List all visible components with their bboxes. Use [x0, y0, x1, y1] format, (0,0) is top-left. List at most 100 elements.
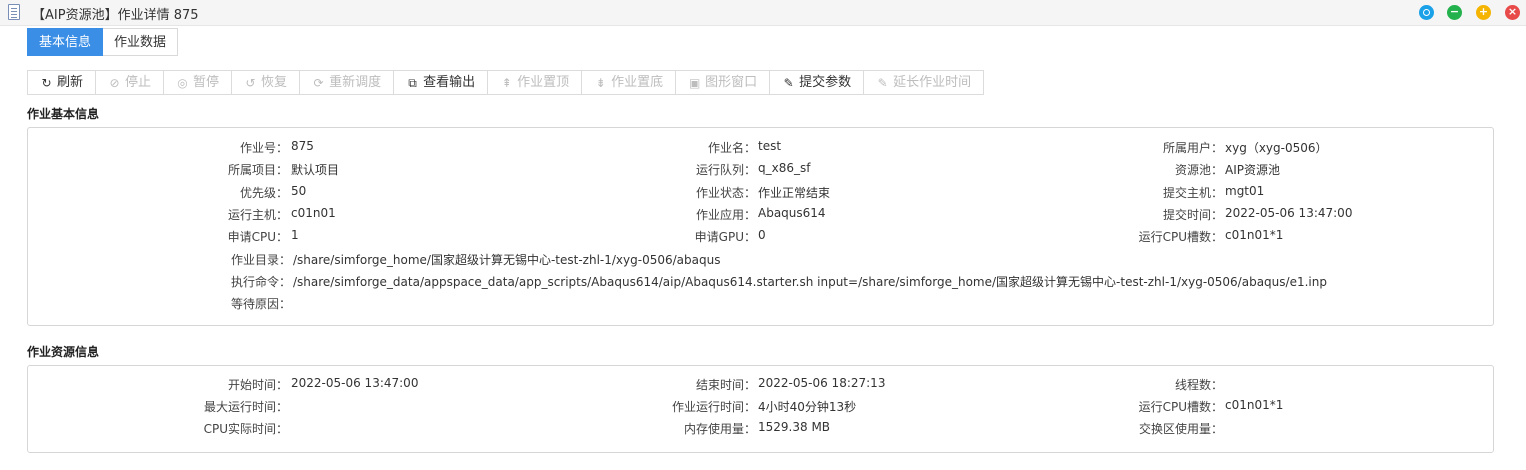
thread-count-label: 线程数：	[1174, 378, 1223, 392]
exec-host-label: 运行主机：	[227, 208, 288, 222]
pause-icon: ◎	[177, 75, 188, 90]
refresh-icon: ↻	[41, 75, 52, 90]
submit-time-label: 提交时间：	[1162, 208, 1223, 222]
application-label: 作业应用：	[695, 208, 756, 222]
resume-button[interactable]: ↺ 恢复	[232, 71, 301, 94]
pending-reason-label: 等待原因：	[230, 297, 291, 311]
submit-time-value: 2022-05-06 13:47:00	[1225, 206, 1353, 220]
edit-icon: ✎	[783, 75, 794, 90]
resource-info-panel: 开始时间： 2022-05-06 13:47:00 最大运行时间： CPU实际时…	[27, 365, 1494, 453]
close-window-button[interactable]: ×	[1505, 5, 1520, 20]
application-value: Abaqus614	[758, 206, 826, 220]
restore-window-button[interactable]	[1419, 5, 1434, 20]
pause-label: 暂停	[193, 74, 220, 90]
reschedule-icon: ⟳	[313, 75, 324, 90]
move-to-bottom-icon: ⇟	[595, 75, 606, 90]
edit-icon: ✎	[877, 75, 888, 90]
window-titlebar: 【AIP资源池】作业详情 875 − + ×	[0, 0, 1526, 26]
job-id-label: 作业号：	[239, 141, 288, 155]
move-to-top-icon: ⇞	[501, 75, 512, 90]
job-status-value: 作业正常结束	[758, 186, 831, 200]
move-to-top-label: 作业置顶	[517, 74, 570, 90]
project-value: 默认项目	[291, 163, 340, 177]
view-output-icon: ⧉	[408, 75, 417, 90]
requested-cpu-label: 申请CPU：	[227, 230, 288, 244]
project-label: 所属项目：	[227, 163, 288, 177]
owner-value: xyg（xyg-0506）	[1225, 141, 1328, 155]
document-icon	[8, 4, 20, 20]
max-runtime-label: 最大运行时间：	[203, 400, 288, 414]
cpu-slots-label: 运行CPU槽数：	[1138, 230, 1223, 244]
job-toolbar: ↻ 刷新 ⊘ 停止 ◎ 暂停 ↺ 恢复 ⟳ 重新调度 ⧉ 查看输出 ⇞ 作业置顶 ⇟ 作业置底 …	[27, 70, 985, 95]
cpu-time-label: CPU实际时间：	[203, 422, 288, 436]
detail-tabs: 基本信息 作业数据	[27, 28, 179, 56]
submit-host-label: 提交主机：	[1162, 186, 1223, 200]
submit-host-value: mgt01	[1225, 184, 1265, 198]
extend-job-time-button[interactable]: ✎ 延长作业时间	[864, 71, 984, 94]
run-cpu-slots-label: 运行CPU槽数：	[1138, 400, 1223, 414]
exec-host-value: c01n01	[291, 206, 336, 220]
resume-icon: ↺	[245, 75, 256, 90]
job-status-label: 作业状态：	[695, 186, 756, 200]
job-name-label: 作业名：	[707, 141, 756, 155]
maximize-icon: +	[1478, 5, 1489, 18]
cpu-slots-value: c01n01*1	[1225, 228, 1284, 242]
graphic-window-button[interactable]: ▣ 图形窗口	[676, 71, 771, 94]
graphic-window-icon: ▣	[688, 75, 701, 90]
stop-label: 停止	[125, 74, 152, 90]
queue-value: q_x86_sf	[758, 161, 811, 175]
job-dir-value: /share/simforge_home/国家超级计算无锡中心-test-zhl…	[293, 253, 721, 267]
window-title: 【AIP资源池】作业详情 875	[32, 8, 199, 23]
pause-button[interactable]: ◎ 暂停	[164, 71, 233, 94]
stop-button[interactable]: ⊘ 停止	[96, 71, 165, 94]
queue-label: 运行队列：	[695, 163, 756, 177]
stop-icon: ⊘	[109, 75, 120, 90]
job-dir-label: 作业目录：	[230, 253, 291, 267]
priority-value: 50	[291, 184, 307, 198]
memory-usage-value: 1529.38 MB	[758, 420, 831, 434]
refresh-button[interactable]: ↻ 刷新	[28, 71, 97, 94]
maximize-window-button[interactable]: +	[1476, 5, 1491, 20]
resource-pool-label: 资源池：	[1174, 163, 1223, 177]
tab-job-data[interactable]: 作业数据	[103, 28, 179, 56]
view-output-button[interactable]: ⧉ 查看输出	[394, 71, 489, 94]
end-time-value: 2022-05-06 18:27:13	[758, 376, 886, 390]
resource-pool-value: AIP资源池	[1225, 163, 1280, 177]
close-icon: ×	[1507, 5, 1518, 18]
reschedule-label: 重新调度	[329, 74, 382, 90]
requested-gpu-value: 0	[758, 228, 766, 242]
refresh-label: 刷新	[57, 74, 84, 90]
owner-label: 所属用户：	[1162, 141, 1223, 155]
move-to-bottom-label: 作业置底	[611, 74, 664, 90]
end-time-label: 结束时间：	[695, 378, 756, 392]
priority-label: 优先级：	[239, 186, 288, 200]
exec-command-value: /share/simforge_data/appspace_data/app_s…	[293, 275, 1327, 289]
view-output-label: 查看输出	[423, 74, 476, 90]
reschedule-button[interactable]: ⟳ 重新调度	[300, 71, 395, 94]
move-to-bottom-button[interactable]: ⇟ 作业置底	[582, 71, 677, 94]
tab-basic-info[interactable]: 基本信息	[27, 28, 104, 56]
extend-job-time-label: 延长作业时间	[893, 74, 972, 90]
run-duration-label: 作业运行时间：	[671, 400, 756, 414]
requested-cpu-value: 1	[291, 228, 299, 242]
run-cpu-slots-value: c01n01*1	[1225, 398, 1284, 412]
move-to-top-button[interactable]: ⇞ 作业置顶	[488, 71, 583, 94]
swap-usage-label: 交换区使用量：	[1138, 422, 1223, 436]
resource-info-title: 作业资源信息	[27, 345, 100, 359]
memory-usage-label: 内存使用量：	[683, 422, 756, 436]
restore-icon	[1419, 5, 1434, 20]
basic-info-panel: 作业号： 875 所属项目： 默认项目 优先级： 50 运行主机： c01n01…	[27, 127, 1494, 326]
submit-params-button[interactable]: ✎ 提交参数	[770, 71, 865, 94]
resume-label: 恢复	[261, 74, 288, 90]
minimize-window-button[interactable]: −	[1447, 5, 1462, 20]
job-id-value: 875	[291, 139, 314, 153]
run-duration-value: 4小时40分钟13秒	[758, 400, 857, 414]
submit-params-label: 提交参数	[799, 74, 852, 90]
job-name-value: test	[758, 139, 782, 153]
start-time-label: 开始时间：	[227, 378, 288, 392]
start-time-value: 2022-05-06 13:47:00	[291, 376, 419, 390]
basic-info-title: 作业基本信息	[27, 107, 100, 121]
minimize-icon: −	[1449, 5, 1460, 18]
exec-command-label: 执行命令：	[230, 275, 291, 289]
requested-gpu-label: 申请GPU：	[694, 230, 756, 244]
